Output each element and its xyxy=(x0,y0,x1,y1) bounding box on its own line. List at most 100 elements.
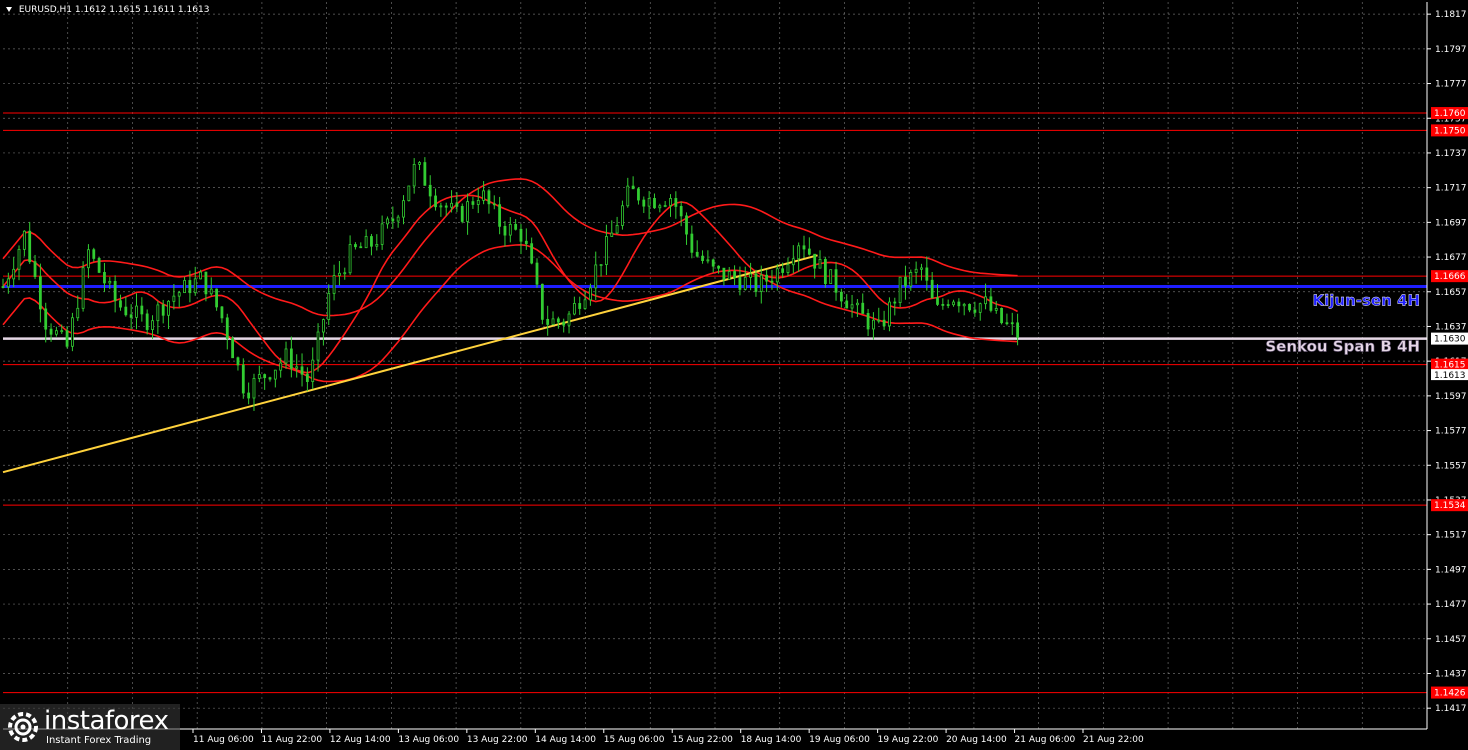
candle-body xyxy=(823,258,827,284)
candle-body xyxy=(252,378,256,399)
candle-body xyxy=(637,188,640,201)
sr-level-price-label: 1.1666 xyxy=(1434,272,1466,282)
candle-body xyxy=(519,228,523,242)
candle-body xyxy=(476,199,480,205)
candle-body xyxy=(839,291,843,302)
candle-body xyxy=(305,373,309,382)
candle-body xyxy=(669,198,672,206)
senkou-span-b-label: Senkou Span B 4H xyxy=(1265,338,1420,356)
y-tick-label: 1.1657 xyxy=(1435,288,1467,298)
candle-body xyxy=(87,249,90,269)
candle-body xyxy=(957,301,961,307)
candle-body xyxy=(28,230,32,263)
candle-body xyxy=(1016,322,1019,338)
candle-body xyxy=(220,306,224,319)
candle-body xyxy=(877,319,881,322)
candle-body xyxy=(615,225,619,234)
candle-body xyxy=(498,204,502,227)
candle-body xyxy=(183,280,186,294)
watermark-brand: instaforex xyxy=(44,706,169,736)
x-tick-label: 13 Aug 22:00 xyxy=(467,735,528,745)
candle-body xyxy=(658,205,662,209)
chart-header: EURUSD,H1 1.1612 1.1615 1.1611 1.1613 xyxy=(6,5,209,15)
candle-body xyxy=(941,304,945,306)
candle-body xyxy=(1,286,5,288)
candle-body xyxy=(135,305,138,318)
candle-body xyxy=(460,206,464,222)
candle-body xyxy=(701,255,704,262)
candle-body xyxy=(402,200,405,218)
candle-body xyxy=(856,302,859,306)
candle-body xyxy=(76,307,80,319)
candle-body xyxy=(273,369,277,380)
price-chart[interactable]: 1.18171.17971.17771.17571.17371.17171.16… xyxy=(0,0,1468,750)
candle-body xyxy=(920,267,923,270)
candle-body xyxy=(818,258,822,269)
candle-body xyxy=(946,304,950,306)
candle-body xyxy=(124,306,128,316)
candle-body xyxy=(829,269,833,284)
candle-body xyxy=(113,281,117,302)
candle-body xyxy=(567,313,571,326)
candle-body xyxy=(284,348,288,364)
candle-body xyxy=(775,268,779,283)
candle-body xyxy=(129,314,133,318)
candle-body xyxy=(455,202,459,207)
candle-body xyxy=(738,277,742,290)
candle-body xyxy=(952,301,955,306)
y-tick-label: 1.1577 xyxy=(1435,427,1467,437)
candle-body xyxy=(151,320,154,330)
candle-body xyxy=(6,278,10,288)
candle-body xyxy=(257,374,261,379)
candle-body xyxy=(22,230,26,250)
candle-body xyxy=(765,274,769,282)
candle-body xyxy=(562,321,566,326)
y-tick-label: 1.1717 xyxy=(1435,184,1467,194)
candle-body xyxy=(1000,307,1003,324)
watermark-tagline: Instant Forex Trading xyxy=(46,735,152,746)
candle-body xyxy=(813,253,817,269)
candle-body xyxy=(60,330,64,333)
x-tick-label: 13 Aug 06:00 xyxy=(398,735,459,745)
candle-body xyxy=(268,377,272,380)
candle-body xyxy=(834,269,838,293)
candle-body xyxy=(530,243,534,264)
candle-body xyxy=(599,264,603,266)
y-tick-label: 1.1737 xyxy=(1435,149,1467,159)
candle-body xyxy=(743,276,747,290)
candle-body xyxy=(578,303,582,309)
candle-body xyxy=(909,272,913,287)
candle-body xyxy=(450,202,453,208)
candle-body xyxy=(12,268,16,280)
sr-level-price-label: 1.1426 xyxy=(1434,689,1466,699)
candle-body xyxy=(279,362,283,371)
candle-body xyxy=(466,201,469,222)
x-tick-label: 19 Aug 22:00 xyxy=(878,735,939,745)
candle-body xyxy=(674,198,678,207)
candle-body xyxy=(535,262,539,285)
candle-body xyxy=(380,223,384,245)
candle-body xyxy=(1005,322,1009,325)
candle-body xyxy=(439,205,443,208)
candle-body xyxy=(722,267,726,280)
candle-body xyxy=(503,225,507,236)
dropdown-triangle-icon[interactable] xyxy=(6,7,12,12)
candle-body xyxy=(119,300,122,308)
candle-body xyxy=(872,319,875,330)
y-tick-label: 1.1777 xyxy=(1435,80,1467,90)
x-tick-label: 15 Aug 06:00 xyxy=(604,735,665,745)
candle-body xyxy=(391,218,395,222)
candle-body xyxy=(145,313,149,330)
y-tick-label: 1.1557 xyxy=(1435,461,1467,471)
candle-body xyxy=(898,276,902,304)
candle-body xyxy=(962,303,966,307)
x-tick-label: 15 Aug 22:00 xyxy=(672,735,733,745)
candle-body xyxy=(338,272,341,276)
candle-body xyxy=(343,272,347,275)
candle-body xyxy=(770,280,774,283)
sr-level-price-label: 1.1534 xyxy=(1434,501,1466,511)
candle-body xyxy=(802,245,806,250)
candle-body xyxy=(65,330,69,347)
y-tick-label: 1.1477 xyxy=(1435,600,1467,610)
candle-body xyxy=(605,236,608,265)
